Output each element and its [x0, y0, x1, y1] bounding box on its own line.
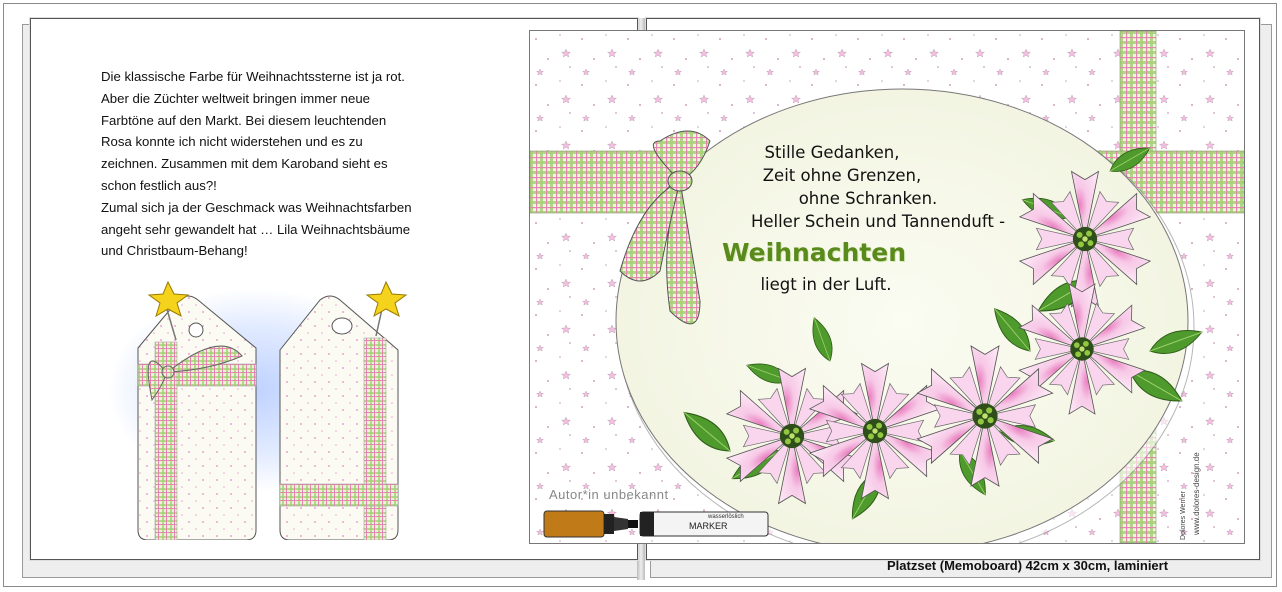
intro-line: Rosa konnte ich nicht widerstehen und es…: [101, 134, 363, 150]
product-caption: Platzset (Memoboard) 42cm x 30cm, lamini…: [887, 558, 1169, 573]
verse-line: ohne Schranken.: [798, 189, 938, 208]
poem-verse: Stille Gedanken, Zeit ohne Grenzen, ohne…: [715, 141, 1025, 296]
gift-tags-illustration: [137, 280, 408, 540]
marker-label: MARKER: [689, 521, 728, 531]
designer-website: www.dolores-design.de: [1192, 452, 1201, 535]
marker-subtext: wasserlöslich: [708, 514, 744, 520]
intro-line: angeht sehr gewandelt hat … Lila Weihnac…: [101, 221, 411, 237]
intro-line: zeichnen. Zusammen mit dem Karoband sieh…: [101, 156, 388, 172]
intro-line: Farbtöne auf den Markt. Bei diesem leuch…: [101, 112, 387, 128]
intro-line: Aber die Züchter weltweit bringen immer …: [101, 90, 371, 106]
verse-title-word: Weihnachten: [722, 238, 906, 267]
verse-line: Stille Gedanken,: [764, 143, 900, 162]
verse-line: Zeit ohne Grenzen,: [762, 166, 922, 185]
intro-line: und Christbaum-Behang!: [101, 243, 248, 259]
designer-name: Dolores Werner: [1180, 491, 1187, 540]
intro-line: Die klassische Farbe für Weihnachtsstern…: [101, 69, 405, 84]
verse-line: Heller Schein und Tannenduft -: [750, 212, 1006, 231]
intro-line: schon festlich aus?!: [101, 177, 217, 193]
verse-line: liegt in der Luft.: [760, 275, 892, 294]
intro-line: Zumal sich ja der Geschmack was Weihnach…: [101, 199, 412, 215]
intro-paragraph: Die klassische Farbe für Weihnachtsstern…: [101, 66, 501, 262]
author-note: Autor*in unbekannt: [549, 487, 669, 502]
